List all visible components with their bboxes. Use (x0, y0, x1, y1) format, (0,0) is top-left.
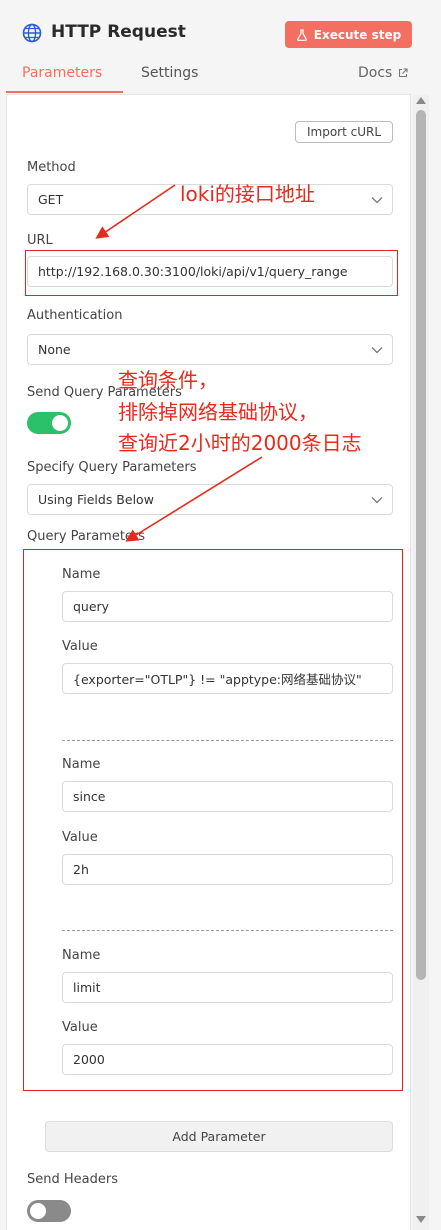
url-highlight-box (25, 250, 398, 296)
external-link-icon (399, 68, 408, 78)
toggle-knob (30, 1203, 46, 1219)
annotation-query-line3: 查询近2小时的2000条日志 (118, 431, 362, 455)
tab-settings[interactable]: Settings (141, 65, 198, 81)
query-params-highlight-box (23, 549, 403, 1091)
annotation-url-note: loki的接口地址 (180, 182, 315, 206)
import-curl-button[interactable]: Import cURL (295, 121, 393, 143)
scroll-up-arrow-icon[interactable] (416, 97, 426, 104)
docs-label: Docs (358, 65, 393, 81)
chevron-down-icon (371, 497, 383, 504)
query-parameters-label: Query Parameters (27, 529, 146, 544)
tab-bar: Parameters Settings Docs (0, 60, 441, 94)
execute-step-button[interactable]: Execute step (285, 21, 412, 48)
send-headers-label: Send Headers (27, 1172, 118, 1187)
specify-query-value: Using Fields Below (38, 492, 154, 507)
active-tab-indicator (6, 91, 123, 93)
tab-docs[interactable]: Docs (358, 65, 408, 81)
toggle-knob (52, 415, 68, 431)
send-query-toggle[interactable] (27, 412, 71, 434)
chevron-down-icon (371, 197, 383, 204)
method-value: GET (38, 192, 64, 207)
execute-step-label: Execute step (313, 27, 402, 42)
specify-query-select[interactable]: Using Fields Below (27, 484, 393, 515)
scroll-down-arrow-icon[interactable] (416, 1216, 426, 1223)
authentication-value: None (38, 342, 71, 357)
annotation-query-line2: 排除掉网络基础协议， (118, 400, 318, 424)
method-label: Method (27, 160, 76, 175)
url-label: URL (27, 233, 53, 248)
specify-query-label: Specify Query Parameters (27, 460, 197, 475)
add-parameter-button[interactable]: Add Parameter (45, 1121, 393, 1152)
tab-parameters[interactable]: Parameters (22, 65, 102, 81)
send-headers-toggle[interactable] (27, 1200, 71, 1222)
globe-icon (22, 23, 42, 43)
flask-icon (296, 28, 307, 41)
node-title: HTTP Request (51, 22, 186, 42)
chevron-down-icon (371, 347, 383, 354)
scrollbar-thumb[interactable] (416, 110, 426, 980)
authentication-select[interactable]: None (27, 334, 393, 365)
authentication-label: Authentication (27, 308, 123, 323)
annotation-query-line1: 查询条件， (118, 368, 218, 392)
